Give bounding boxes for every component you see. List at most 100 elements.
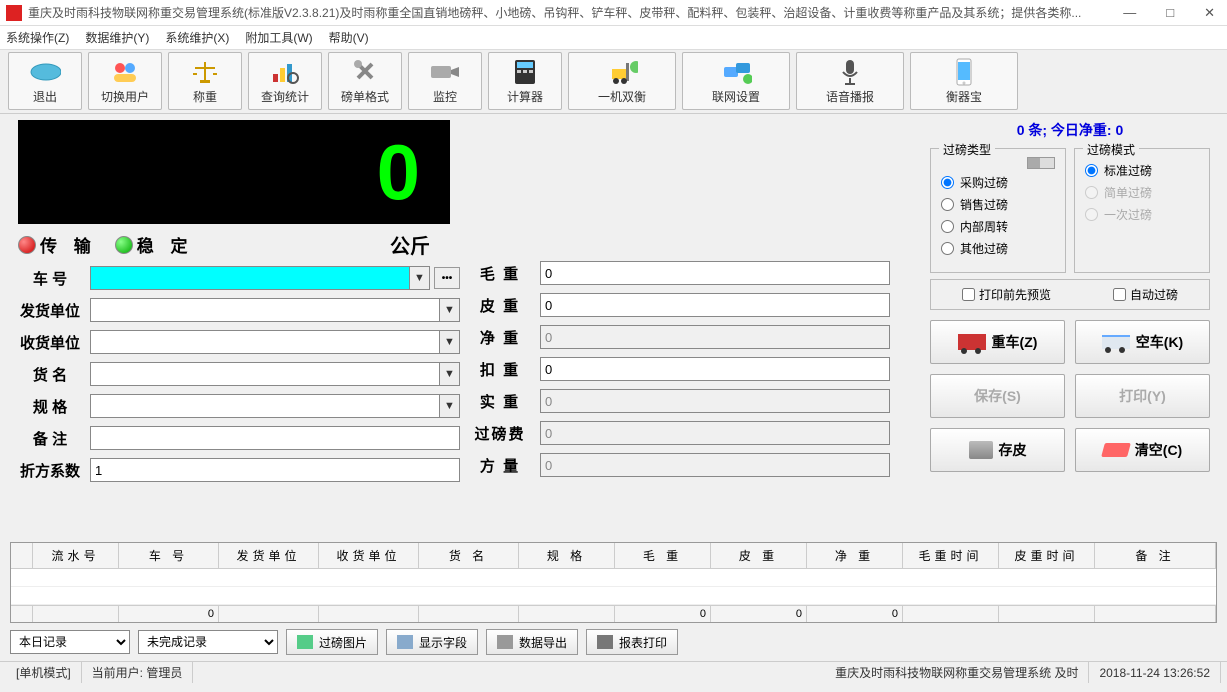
disk-icon xyxy=(969,441,993,459)
menu-system-op[interactable]: 系统操作(Z) xyxy=(6,29,69,46)
window-title: 重庆及时雨科技物联网称重交易管理系统(标准版V2.3.8.21)及时雨称重全国直… xyxy=(28,4,1117,21)
combo-status-filter[interactable]: 未完成记录 xyxy=(138,630,278,654)
input-receiver[interactable] xyxy=(90,330,440,354)
group-mode: 过磅模式 标准过磅 简单过磅 一次过磅 xyxy=(1074,148,1210,273)
lbl-fee: 过磅费 xyxy=(460,423,540,444)
btn-store-tare[interactable]: 存皮 xyxy=(930,428,1065,472)
status-user: 当前用户: 管理员 xyxy=(82,662,194,683)
wrench-icon xyxy=(349,58,381,86)
scale-icon xyxy=(189,58,221,86)
btn-save[interactable]: 保存(S) xyxy=(930,374,1065,418)
close-button[interactable]: ✕ xyxy=(1198,3,1221,23)
radio-sale[interactable]: 销售过磅 xyxy=(941,196,1055,213)
input-coef[interactable] xyxy=(90,458,460,482)
input-deduct[interactable] xyxy=(540,357,890,381)
input-goods[interactable] xyxy=(90,362,440,386)
stats-icon xyxy=(269,58,301,86)
tool-voice[interactable]: 语音播报 xyxy=(796,52,904,110)
camera-icon xyxy=(429,58,461,86)
tool-weigh[interactable]: 称重 xyxy=(168,52,242,110)
radio-simple: 简单过磅 xyxy=(1085,184,1199,201)
tool-network[interactable]: 联网设置 xyxy=(682,52,790,110)
menu-data-maint[interactable]: 数据维护(Y) xyxy=(85,29,149,46)
menubar: 系统操作(Z) 数据维护(Y) 系统维护(X) 附加工具(W) 帮助(V) xyxy=(0,26,1227,50)
input-sender[interactable] xyxy=(90,298,440,322)
toolbar: 退出 切换用户 称重 查询统计 磅单格式 监控 计算器 一机双衡 联网设置 语音… xyxy=(0,50,1227,114)
lbl-tare: 皮 重 xyxy=(460,295,540,316)
tool-scale-app[interactable]: 衡器宝 xyxy=(910,52,1018,110)
lbl-vehicle: 车 号 xyxy=(10,268,90,289)
stable-label: 稳 定 xyxy=(137,232,194,257)
tool-calculator[interactable]: 计算器 xyxy=(488,52,562,110)
btn-report-print[interactable]: 报表打印 xyxy=(586,629,678,655)
tool-dual-scale[interactable]: 一机双衡 xyxy=(568,52,676,110)
maximize-button[interactable]: □ xyxy=(1160,3,1180,23)
input-gross[interactable] xyxy=(540,261,890,285)
dropdown-spec[interactable]: ▼ xyxy=(440,394,460,418)
btn-heavy-vehicle[interactable]: 重车(Z) xyxy=(930,320,1065,364)
input-tare[interactable] xyxy=(540,293,890,317)
mic-icon xyxy=(834,58,866,86)
truck-blue-icon xyxy=(1102,335,1130,349)
transfer-led-icon xyxy=(18,236,36,254)
transfer-label: 传 输 xyxy=(40,232,97,257)
toggle-icon[interactable] xyxy=(1027,157,1055,169)
input-vehicle[interactable] xyxy=(90,266,410,290)
forklift-icon xyxy=(606,58,638,86)
radio-once: 一次过磅 xyxy=(1085,206,1199,223)
grid-row-empty xyxy=(11,587,1216,605)
input-spec[interactable] xyxy=(90,394,440,418)
radio-purchase[interactable]: 采购过磅 xyxy=(941,174,1055,191)
btn-print[interactable]: 打印(Y) xyxy=(1075,374,1210,418)
printer-icon xyxy=(597,635,613,649)
tool-query[interactable]: 查询统计 xyxy=(248,52,322,110)
tool-exit[interactable]: 退出 xyxy=(8,52,82,110)
input-fee xyxy=(540,421,890,445)
network-icon xyxy=(720,58,752,86)
exit-icon xyxy=(29,58,61,86)
unit-label: 公斤 xyxy=(390,230,430,259)
phone-icon xyxy=(948,58,980,86)
dropdown-goods[interactable]: ▼ xyxy=(440,362,460,386)
btn-clear[interactable]: 清空(C) xyxy=(1075,428,1210,472)
radio-other[interactable]: 其他过磅 xyxy=(941,240,1055,257)
dropdown-vehicle[interactable]: ▼ xyxy=(410,266,430,290)
btn-weigh-image[interactable]: 过磅图片 xyxy=(286,629,378,655)
lbl-volume: 方 量 xyxy=(460,455,540,476)
check-preview[interactable]: 打印前先预览 xyxy=(962,286,1051,303)
check-auto[interactable]: 自动过磅 xyxy=(1113,286,1178,303)
tool-switch-user[interactable]: 切换用户 xyxy=(88,52,162,110)
records-grid[interactable]: 流水号 车 号 发货单位 收货单位 货 名 规 格 毛 重 皮 重 净 重 毛重… xyxy=(10,542,1217,623)
btn-show-fields[interactable]: 显示字段 xyxy=(386,629,478,655)
lbl-deduct: 扣 重 xyxy=(460,359,540,380)
radio-standard[interactable]: 标准过磅 xyxy=(1085,162,1199,179)
fields-icon xyxy=(397,635,413,649)
stable-led-icon xyxy=(115,236,133,254)
dropdown-sender[interactable]: ▼ xyxy=(440,298,460,322)
browse-vehicle[interactable]: ••• xyxy=(434,267,460,289)
btn-empty-vehicle[interactable]: 空车(K) xyxy=(1075,320,1210,364)
app-icon xyxy=(6,5,22,21)
combo-date-filter[interactable]: 本日记录 xyxy=(10,630,130,654)
lbl-receiver: 收货单位 xyxy=(10,332,90,353)
input-volume xyxy=(540,453,890,477)
grid-summary-row: 0 0 0 0 xyxy=(11,605,1216,622)
main-panel: 0 传 输 稳 定 公斤 车 号▼••• 发货单位▼ 收货单位▼ 货 名▼ 规 … xyxy=(0,114,1227,534)
menu-help[interactable]: 帮助(V) xyxy=(329,29,369,46)
lbl-net: 净 重 xyxy=(460,327,540,348)
dropdown-receiver[interactable]: ▼ xyxy=(440,330,460,354)
tool-ticket-format[interactable]: 磅单格式 xyxy=(328,52,402,110)
export-icon xyxy=(497,635,513,649)
bottom-toolbar: 本日记录 未完成记录 过磅图片 显示字段 数据导出 报表打印 xyxy=(0,623,1227,661)
menu-tools[interactable]: 附加工具(W) xyxy=(245,29,312,46)
tool-monitor[interactable]: 监控 xyxy=(408,52,482,110)
lbl-coef: 折方系数 xyxy=(10,460,90,481)
minimize-button[interactable]: — xyxy=(1117,3,1142,23)
radio-internal[interactable]: 内部周转 xyxy=(941,218,1055,235)
btn-export[interactable]: 数据导出 xyxy=(486,629,578,655)
status-mode: [单机模式] xyxy=(6,662,82,683)
statusbar: [单机模式] 当前用户: 管理员 重庆及时雨科技物联网称重交易管理系统 及时 2… xyxy=(0,661,1227,683)
input-remark[interactable] xyxy=(90,426,460,450)
menu-sys-maint[interactable]: 系统维护(X) xyxy=(165,29,229,46)
calculator-icon xyxy=(509,58,541,86)
